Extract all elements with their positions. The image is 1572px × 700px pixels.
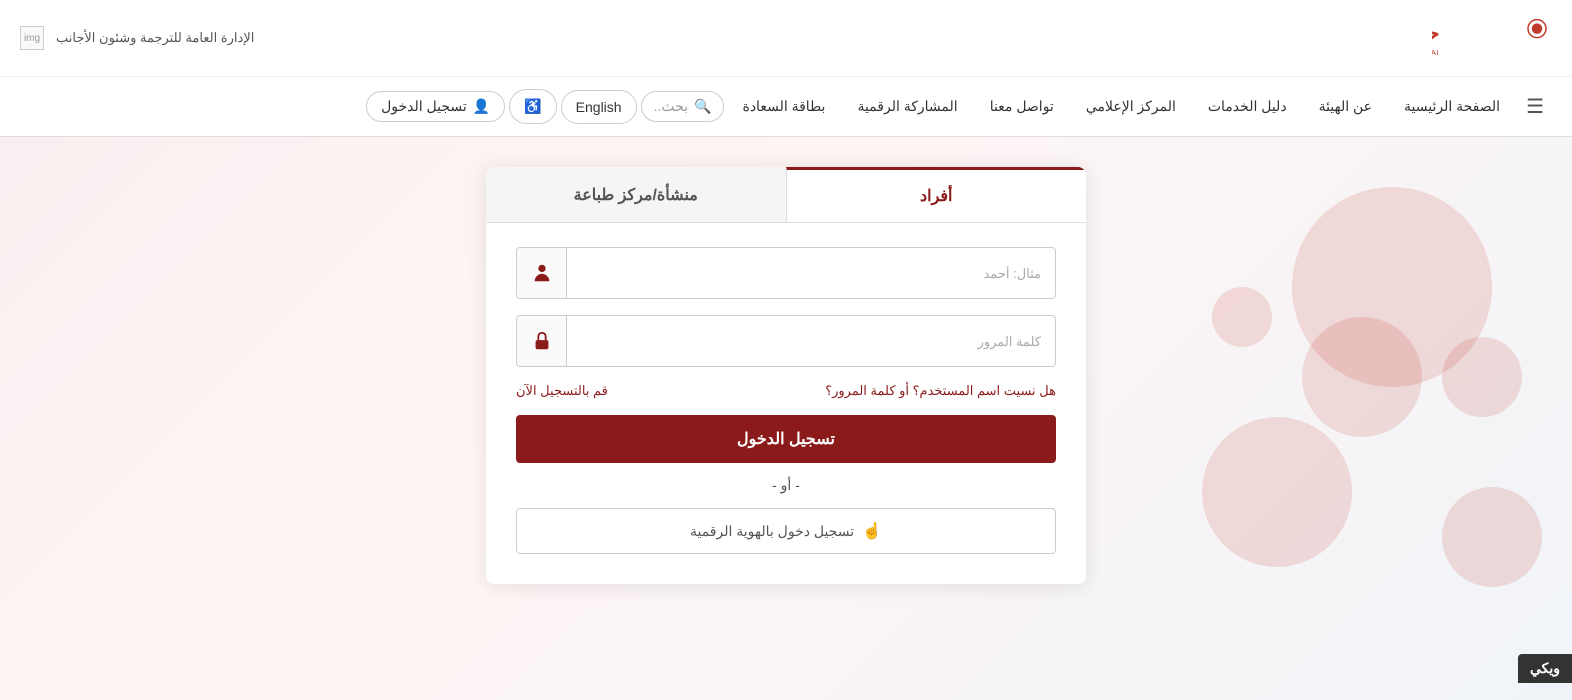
password-input[interactable] (567, 321, 1055, 361)
forgot-credentials-link[interactable]: هل نسيت اسم المستخدم؟ أو كلمة المرور؟ (825, 383, 1056, 399)
header-organization-text: الإدارة العامة للترجمة وشئون الأجانب (56, 30, 254, 46)
nav-item-about[interactable]: عن الهيئة (1305, 90, 1386, 123)
search-icon: 🔍 (694, 98, 711, 115)
password-input-group (516, 315, 1056, 367)
bg-circle-6 (1442, 487, 1542, 587)
header-broken-image: img (20, 26, 44, 50)
user-field-icon (517, 248, 567, 298)
digital-id-login-button[interactable]: ☝ تسجيل دخول بالهوية الرقمية (516, 508, 1056, 554)
tab-business[interactable]: منشأة/مركز طباعة (486, 167, 786, 222)
svg-text:حكومة دبي: حكومة دبي (1432, 22, 1440, 46)
accessibility-button[interactable]: ♿ (509, 89, 556, 124)
bg-circle-5 (1212, 287, 1272, 347)
nav-item-media[interactable]: المركز الإعلامي (1072, 90, 1190, 123)
username-input-group (516, 247, 1056, 299)
navbar: ☰ الصفحة الرئيسية عن الهيئة دليل الخدمات… (0, 77, 1572, 137)
search-bar[interactable]: 🔍 بحث.. (641, 91, 725, 122)
login-card: أفراد منشأة/مركز طباعة (486, 167, 1086, 584)
bg-circle-2 (1302, 317, 1422, 437)
or-divider: - أو - (516, 477, 1056, 494)
nav-item-home[interactable]: الصفحة الرئيسية (1390, 90, 1514, 123)
main-content: أفراد منشأة/مركز طباعة (0, 137, 1572, 700)
wiki-badge: ويكي (1518, 654, 1572, 683)
header-top: حكومة دبي GOVERNMENT OF DUBAI الإدارة ال… (0, 0, 1572, 77)
hamburger-menu-icon[interactable]: ☰ (1518, 94, 1552, 119)
digital-id-label: تسجيل دخول بالهوية الرقمية (690, 523, 854, 540)
nav-item-services[interactable]: دليل الخدمات (1194, 90, 1301, 123)
username-input[interactable] (567, 253, 1055, 293)
nav-item-digital[interactable]: المشاركة الرقمية (843, 90, 971, 123)
login-button-nav[interactable]: 👤 تسجيل الدخول (366, 91, 505, 122)
forgot-register-row: هل نسيت اسم المستخدم؟ أو كلمة المرور؟ قم… (516, 383, 1056, 399)
fingerprint-icon: ☝ (862, 521, 882, 541)
nav-item-contact[interactable]: تواصل معنا (976, 90, 1068, 123)
language-switcher[interactable]: English (561, 90, 637, 124)
logo-svg: حكومة دبي GOVERNMENT OF DUBAI (1432, 8, 1552, 68)
language-label: English (576, 99, 622, 115)
lock-field-icon (517, 316, 567, 366)
svg-text:GOVERNMENT OF DUBAI: GOVERNMENT OF DUBAI (1432, 48, 1440, 57)
tab-individuals[interactable]: أفراد (786, 167, 1087, 222)
accessibility-icon: ♿ (524, 98, 541, 115)
bg-circle-3 (1442, 337, 1522, 417)
user-icon: 👤 (473, 98, 490, 115)
logo-area: حكومة دبي GOVERNMENT OF DUBAI (1432, 8, 1552, 68)
login-label-nav: تسجيل الدخول (381, 98, 467, 115)
login-form: هل نسيت اسم المستخدم؟ أو كلمة المرور؟ قم… (486, 223, 1086, 584)
bg-circle-4 (1202, 417, 1352, 567)
register-now-link[interactable]: قم بالتسجيل الآن (516, 383, 608, 399)
search-placeholder-text: بحث.. (654, 98, 688, 115)
nav-item-happiness[interactable]: بطاقة السعادة (728, 90, 839, 123)
login-submit-button[interactable]: تسجيل الدخول (516, 415, 1056, 463)
login-tabs: أفراد منشأة/مركز طباعة (486, 167, 1086, 223)
